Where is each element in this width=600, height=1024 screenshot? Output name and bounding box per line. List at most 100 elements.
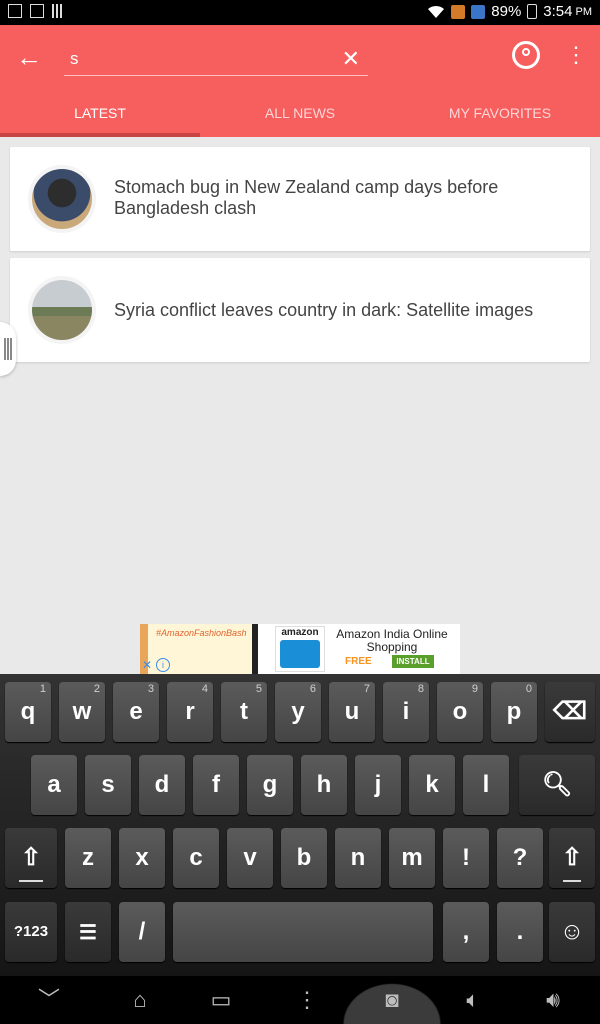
- cart-icon: [280, 640, 320, 668]
- shift-key-right[interactable]: ⇧: [549, 828, 595, 888]
- news-card[interactable]: Stomach bug in New Zealand camp days bef…: [10, 147, 590, 251]
- key-s[interactable]: s: [85, 755, 131, 815]
- key-comma[interactable]: ,: [443, 902, 489, 962]
- tab-latest[interactable]: LATEST: [0, 93, 200, 137]
- key-b[interactable]: b: [281, 828, 327, 888]
- screenshot-camera-icon[interactable]: ◙: [367, 976, 417, 1024]
- ad-close-icon[interactable]: ✕: [140, 658, 154, 672]
- shift-indicator: [563, 880, 581, 882]
- key-k[interactable]: k: [409, 755, 455, 815]
- key-x[interactable]: x: [119, 828, 165, 888]
- key-hint: 9: [471, 683, 478, 695]
- tab-my-favorites[interactable]: MY FAVORITES: [400, 93, 600, 137]
- space-key[interactable]: [173, 902, 433, 962]
- ad-banner[interactable]: #AmazonFashionBash amazon Amazon India O…: [140, 624, 460, 674]
- sliders-icon: ☰: [79, 922, 97, 944]
- active-tab-indicator: [0, 133, 200, 137]
- ad-install-button[interactable]: INSTALL: [392, 655, 434, 668]
- key-u[interactable]: u7: [329, 682, 375, 742]
- key-t[interactable]: t5: [221, 682, 267, 742]
- account-icon[interactable]: [512, 41, 540, 69]
- backspace-icon: ⌫: [553, 698, 587, 725]
- key-p[interactable]: p0: [491, 682, 537, 742]
- key-slash[interactable]: /: [119, 902, 165, 962]
- shift-icon: ⇧: [20, 844, 42, 871]
- search-key[interactable]: 🔍︎: [519, 755, 595, 815]
- image-notification-icon: [8, 4, 22, 18]
- volume-down-icon[interactable]: 🔈︎: [448, 976, 498, 1024]
- key-w[interactable]: w2: [59, 682, 105, 742]
- search-icon: 🔍︎: [541, 771, 573, 798]
- back-arrow-icon[interactable]: ←: [14, 42, 44, 72]
- more-options-icon[interactable]: ⋮: [565, 41, 587, 69]
- notification-icons: [8, 4, 64, 18]
- ad-image-text: #AmazonFashionBash: [156, 628, 247, 638]
- side-drawer-handle[interactable]: [0, 322, 16, 376]
- key-label: t: [240, 698, 248, 725]
- key-d[interactable]: d: [139, 755, 185, 815]
- key-g[interactable]: g: [247, 755, 293, 815]
- clear-search-icon[interactable]: ✕: [342, 45, 360, 73]
- key-m[interactable]: m: [389, 828, 435, 888]
- news-list: Stomach bug in New Zealand camp days bef…: [10, 147, 590, 369]
- key-label: w: [72, 698, 92, 725]
- news-thumbnail: [28, 165, 96, 233]
- key-a[interactable]: a: [31, 755, 77, 815]
- key-hint: 1: [39, 683, 46, 695]
- emoji-key[interactable]: ☺: [549, 902, 595, 962]
- smiley-icon: ☺: [559, 918, 585, 945]
- tab-all-news[interactable]: ALL NEWS: [200, 93, 400, 137]
- key-c[interactable]: c: [173, 828, 219, 888]
- clock: 3:54: [543, 3, 573, 20]
- shift-key-left[interactable]: ⇧: [5, 828, 57, 888]
- key-r[interactable]: r4: [167, 682, 213, 742]
- key-question[interactable]: ?: [497, 828, 543, 888]
- ad-info-icon[interactable]: i: [156, 658, 170, 672]
- volume-up-icon[interactable]: 🔊︎: [528, 976, 578, 1024]
- key-hint: 0: [525, 683, 532, 695]
- key-exclamation[interactable]: !: [443, 828, 489, 888]
- key-hint: 5: [255, 683, 262, 695]
- key-label: r: [185, 698, 195, 725]
- backspace-key[interactable]: ⌫: [545, 682, 595, 742]
- key-q[interactable]: q1: [5, 682, 51, 742]
- system-nav-bar: ﹀ ⌂ ▭ ⋮ ◙ 🔈︎ 🔊︎: [0, 976, 600, 1024]
- tab-bar: LATEST ALL NEWS MY FAVORITES: [0, 93, 600, 137]
- battery-icon: [527, 4, 538, 19]
- symbols-key[interactable]: ?123: [5, 902, 57, 962]
- key-label: i: [402, 698, 410, 725]
- key-j[interactable]: j: [355, 755, 401, 815]
- keyboard-settings-key[interactable]: ☰: [65, 902, 111, 962]
- amazon-wordmark: amazon: [281, 627, 319, 638]
- key-l[interactable]: l: [463, 755, 509, 815]
- app-bar: ← ✕ ⋮ LATEST ALL NEWS MY FAVORITES: [0, 25, 600, 137]
- home-icon[interactable]: ⌂: [115, 976, 165, 1024]
- key-o[interactable]: o9: [437, 682, 483, 742]
- tank-photo: [32, 280, 92, 340]
- hide-keyboard-icon[interactable]: ﹀: [24, 976, 74, 1024]
- app-notification-icon: [30, 4, 44, 18]
- news-card[interactable]: Syria conflict leaves country in dark: S…: [10, 258, 590, 362]
- key-hint: 2: [93, 683, 100, 695]
- menu-dots-icon[interactable]: ⋮: [282, 976, 332, 1024]
- wifi-icon: [428, 5, 445, 18]
- key-period[interactable]: .: [497, 902, 543, 962]
- key-label: q: [20, 698, 36, 725]
- clock-ampm: PM: [575, 5, 593, 18]
- key-z[interactable]: z: [65, 828, 111, 888]
- key-y[interactable]: y6: [275, 682, 321, 742]
- key-f[interactable]: f: [193, 755, 239, 815]
- recent-apps-icon[interactable]: ▭: [196, 976, 246, 1024]
- key-hint: 4: [201, 683, 208, 695]
- search-input[interactable]: [64, 45, 326, 73]
- news-thumbnail: [28, 276, 96, 344]
- news-headline: Syria conflict leaves country in dark: S…: [114, 300, 534, 320]
- shift-icon: ⇧: [561, 844, 583, 871]
- key-e[interactable]: e3: [113, 682, 159, 742]
- key-i[interactable]: i8: [383, 682, 429, 742]
- battery-percent: 89%: [491, 3, 522, 20]
- key-h[interactable]: h: [301, 755, 347, 815]
- key-v[interactable]: v: [227, 828, 273, 888]
- key-n[interactable]: n: [335, 828, 381, 888]
- key-label: y: [291, 698, 305, 725]
